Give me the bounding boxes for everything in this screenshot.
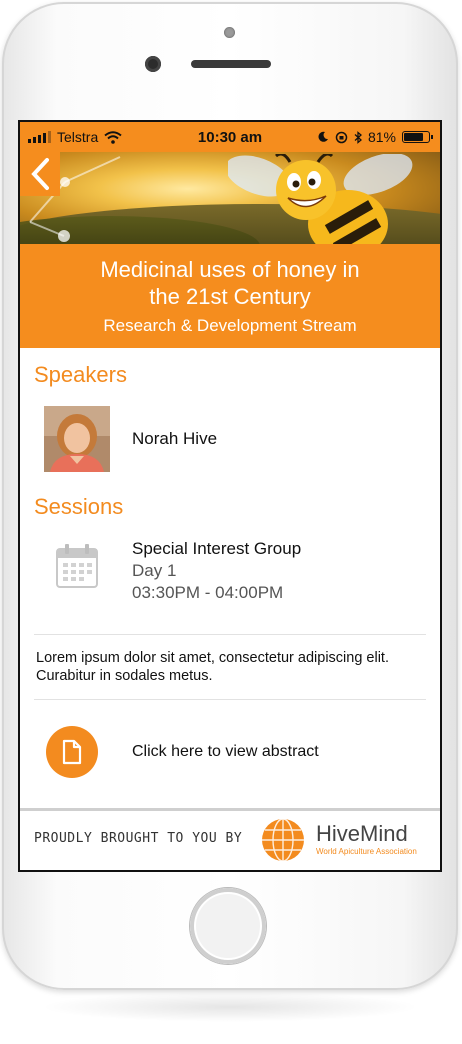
- bluetooth-icon: [354, 130, 362, 144]
- header-banner-image: [20, 152, 440, 244]
- speaker-photo: [44, 406, 110, 472]
- document-icon: [62, 739, 82, 765]
- stream-name: Research & Development Stream: [103, 316, 357, 335]
- battery-level: [404, 133, 424, 141]
- abstract-icon-circle: [46, 726, 98, 778]
- session-name: Special Interest Group: [132, 539, 302, 558]
- chevron-left-icon: [31, 158, 49, 190]
- speaker-name: Norah Hive: [132, 429, 218, 448]
- session-title-line-2: the 21st Century: [149, 284, 311, 309]
- brand-name: HiveMind: [316, 821, 408, 846]
- home-button[interactable]: [190, 888, 266, 964]
- divider: [34, 699, 426, 700]
- front-camera: [145, 56, 161, 72]
- session-item[interactable]: Special Interest Group Day 1 03:30PM - 0…: [56, 538, 440, 604]
- content-area: Speakers Norah Hive Sessions Special Int…: [20, 348, 440, 778]
- back-button[interactable]: [20, 152, 60, 196]
- earpiece-speaker: [191, 60, 271, 68]
- speaker-item[interactable]: Norah Hive: [44, 406, 440, 472]
- session-description: Lorem ipsum dolor sit amet, consectetur …: [36, 650, 389, 684]
- bee-mascot-icon: [228, 154, 413, 244]
- session-title-line-1: Medicinal uses of honey in: [100, 257, 360, 282]
- divider: [34, 634, 426, 635]
- hivemind-globe-logo-icon: [262, 818, 304, 862]
- phone-frame: Telstra 10:30 am 81% Medicinal uses of h…: [2, 2, 458, 990]
- footer-tagline: PROUDLY BROUGHT TO YOU BY: [34, 831, 243, 846]
- speakers-heading: Speakers: [34, 362, 127, 387]
- calendar-icon: [56, 544, 98, 588]
- brand-subtitle: World Apiculture Association: [316, 847, 417, 856]
- sessions-heading: Sessions: [34, 494, 124, 519]
- rotation-lock-icon: [335, 131, 348, 143]
- session-title-block: Medicinal uses of honey in the 21st Cent…: [20, 244, 440, 348]
- abstract-label: Click here to view abstract: [132, 743, 319, 760]
- app-screen: Telstra 10:30 am 81% Medicinal uses of h…: [18, 120, 442, 872]
- battery-percent: 81%: [367, 129, 396, 145]
- sponsor-footer: PROUDLY BROUGHT TO YOU BY HiveMind World…: [20, 808, 440, 870]
- proximity-sensor: [224, 27, 235, 38]
- speaker-avatar: [44, 406, 110, 472]
- view-abstract-button[interactable]: Click here to view abstract: [46, 726, 440, 778]
- status-bar: Telstra 10:30 am 81%: [20, 122, 440, 152]
- battery-icon: [402, 131, 433, 143]
- phone-shadow: [40, 992, 420, 1022]
- session-day: Day 1: [132, 561, 177, 580]
- status-right: 81%: [317, 129, 433, 145]
- moon-icon: [318, 131, 328, 142]
- session-time: 03:30PM - 04:00PM: [132, 583, 284, 602]
- session-details: Special Interest Group Day 1 03:30PM - 0…: [132, 538, 301, 604]
